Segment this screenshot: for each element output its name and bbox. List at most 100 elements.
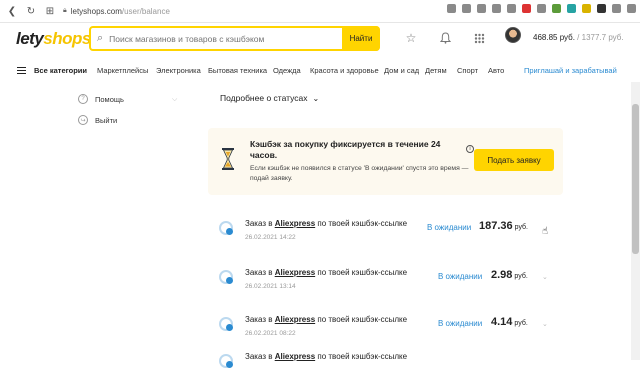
apps-grid-icon[interactable] (472, 31, 486, 45)
chevron-down-icon[interactable]: ⌄ (542, 320, 548, 328)
star-icon[interactable]: ☆ (404, 31, 418, 45)
sidebar-item-label: Помощь (95, 94, 124, 104)
category-item[interactable]: Электроника (156, 66, 201, 75)
extension-icon[interactable] (507, 4, 516, 13)
balance-pending: 1377.7 руб. (581, 33, 624, 42)
amount-currency: руб. (514, 320, 528, 327)
order-prefix: Заказ в (245, 315, 275, 324)
order-row[interactable]: Заказ в Aliexpress по твоей кэшбэк-ссылк… (208, 262, 563, 302)
category-item[interactable]: Красота и здоровье (310, 66, 379, 75)
sidebar-item-help[interactable]: ? Помощь (78, 94, 124, 104)
order-row[interactable]: Заказ в Aliexpress по твоей кэшбэк-ссылк… (208, 309, 563, 349)
status-details-toggle[interactable]: Подробнее о статусах ⌄ (220, 93, 319, 103)
order-prefix: Заказ в (245, 219, 275, 228)
hourglass-icon (222, 148, 234, 170)
hamburger-icon[interactable] (17, 67, 26, 74)
logo[interactable]: letyshops (16, 29, 91, 49)
category-item[interactable]: Одежда (273, 66, 301, 75)
scrollbar[interactable] (631, 82, 640, 360)
order-status: В ожидании (438, 272, 483, 281)
back-icon[interactable]: ❮ (5, 4, 19, 18)
extension-icon[interactable] (447, 4, 456, 13)
extension-icons (447, 4, 636, 13)
invite-link[interactable]: Приглашай и зарабатывай (524, 66, 617, 75)
logout-icon: ↪ (78, 115, 88, 125)
chevron-down-icon: ⌄ (312, 93, 320, 103)
extension-icon[interactable] (567, 4, 576, 13)
amount-value: 4.14 (491, 316, 513, 328)
chevron-down-icon[interactable]: ⌄ (542, 273, 548, 281)
store-link[interactable]: Aliexpress (275, 219, 315, 228)
order-date: 26.02.2021 14:22 (245, 234, 296, 241)
amount-value: 2.98 (491, 269, 513, 281)
order-row[interactable]: Заказ в Aliexpress по твоей кэшбэк-ссылк… (208, 346, 563, 386)
category-item[interactable]: Бытовая техника (208, 66, 267, 75)
order-title: Заказ в Aliexpress по твоей кэшбэк-ссылк… (245, 219, 407, 228)
order-row[interactable]: Заказ в Aliexpress по твоей кэшбэк-ссылк… (208, 213, 563, 253)
category-item[interactable]: Дом и сад (384, 66, 419, 75)
order-status: В ожидании (427, 223, 472, 232)
chevron-down-icon[interactable]: ⌵ (172, 96, 177, 104)
all-categories-link[interactable]: Все категории (34, 66, 87, 75)
submit-claim-button[interactable]: Подать заявку (474, 149, 554, 171)
pending-clock-icon (219, 317, 233, 331)
amount-currency: руб. (514, 273, 528, 280)
category-item[interactable]: Детям (425, 66, 447, 75)
scrollbar-thumb[interactable] (632, 104, 639, 254)
order-title: Заказ в Aliexpress по твоей кэшбэк-ссылк… (245, 315, 407, 324)
balance-separator: / (574, 33, 582, 42)
notice-body: Если кэшбэк не появился в статусе 'В ожи… (250, 165, 469, 182)
grid-icon[interactable]: ⊞ (43, 4, 57, 18)
extension-icon[interactable] (552, 4, 561, 13)
pending-clock-icon (219, 354, 233, 368)
order-suffix: по твоей кэшбэк-ссылке (315, 219, 408, 228)
order-amount: 4.14 руб. (491, 316, 528, 328)
extension-icon[interactable] (537, 4, 546, 13)
order-suffix: по твоей кэшбэк-ссылке (315, 315, 408, 324)
category-item[interactable]: Маркетплейсы (97, 66, 148, 75)
category-item[interactable]: Авто (488, 66, 504, 75)
reload-icon[interactable]: ↻ (24, 4, 38, 18)
notice-title: Кэшбэк за покупку фиксируется в течение … (250, 139, 441, 160)
mouse-cursor-icon: ☝︎ (542, 226, 549, 237)
order-date: 26.02.2021 13:14 (245, 283, 296, 290)
order-title: Заказ в Aliexpress по твоей кэшбэк-ссылк… (245, 268, 407, 277)
extension-icon[interactable] (597, 4, 606, 13)
amount-currency: руб. (514, 224, 529, 231)
search-icon: ⌕ (97, 32, 104, 44)
extension-icon[interactable] (582, 4, 591, 13)
browser-toolbar: ❮ ↻ ⊞ 🔒︎ letyshops.com/user/balance (0, 0, 640, 23)
balance-confirmed: 468.85 руб. (533, 33, 575, 42)
search-input[interactable] (109, 33, 330, 44)
lock-icon: 🔒︎ (63, 7, 67, 14)
address-bar[interactable]: 🔒︎ letyshops.com/user/balance (63, 7, 170, 16)
search-button[interactable]: Найти (342, 26, 380, 51)
menu-icon[interactable] (627, 4, 636, 13)
pending-clock-icon (219, 270, 233, 284)
url-domain: letyshops.com (70, 6, 122, 16)
extension-icon[interactable] (462, 4, 471, 13)
search-box: ⌕ Найти (89, 26, 380, 51)
extension-icon[interactable] (612, 4, 621, 13)
category-nav: Все категории Маркетплейсы Электроника Б… (0, 63, 640, 80)
sidebar-item-logout[interactable]: ↪ Выйти (78, 115, 117, 125)
amount-value: 187.36 (479, 220, 513, 232)
store-link[interactable]: Aliexpress (275, 268, 315, 277)
status-details-label: Подробнее о статусах (220, 93, 308, 103)
category-item[interactable]: Спорт (457, 66, 478, 75)
avatar[interactable] (505, 27, 521, 43)
order-prefix: Заказ в (245, 268, 275, 277)
extension-icon[interactable] (477, 4, 486, 13)
logo-main: lety (16, 29, 44, 48)
balance[interactable]: 468.85 руб. / 1377.7 руб. (533, 33, 624, 42)
url-path: /user/balance (121, 6, 170, 16)
order-date: 26.02.2021 08:22 (245, 330, 296, 337)
info-icon[interactable]: i (466, 145, 474, 153)
order-amount: 187.36 руб. (479, 220, 528, 232)
store-link[interactable]: Aliexpress (275, 315, 315, 324)
bell-icon[interactable] (438, 31, 452, 45)
extension-icon[interactable] (492, 4, 501, 13)
order-status: В ожидании (438, 319, 483, 328)
cashback-notice: Кэшбэк за покупку фиксируется в течение … (208, 128, 563, 195)
extension-icon[interactable] (522, 4, 531, 13)
